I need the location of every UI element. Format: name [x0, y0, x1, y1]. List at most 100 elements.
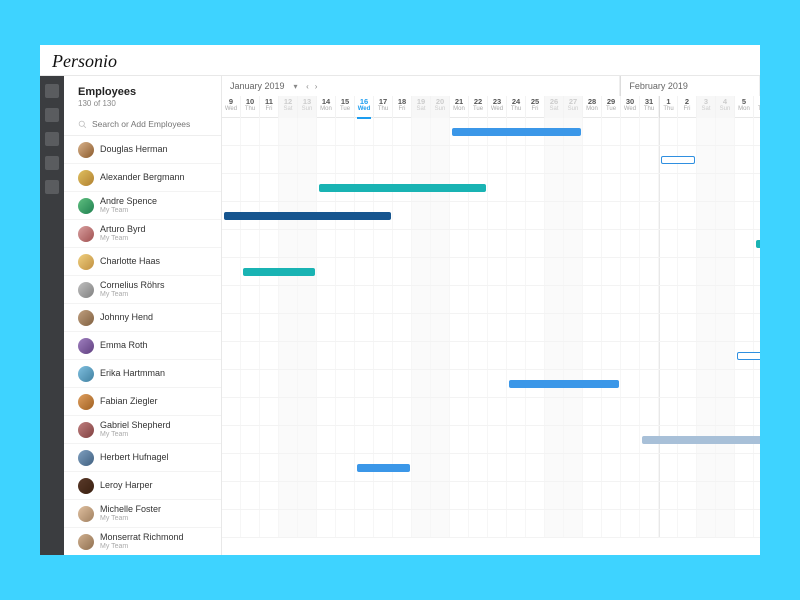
employee-row[interactable]: Douglas Herman — [64, 136, 221, 164]
day-cell[interactable]: 30Wed — [621, 96, 640, 118]
nav-item[interactable] — [45, 132, 59, 146]
absence-bar[interactable] — [642, 436, 760, 444]
day-cell[interactable]: 6Tue — [754, 96, 760, 118]
search-box[interactable] — [64, 114, 221, 136]
employee-row[interactable]: Leroy Harper — [64, 472, 221, 500]
month-label: February 2019 — [620, 76, 760, 96]
day-cell[interactable]: 13Sun — [298, 96, 317, 118]
employee-row[interactable]: Erika Hartmman — [64, 360, 221, 388]
absence-bar[interactable] — [357, 464, 410, 472]
avatar — [78, 394, 94, 410]
employee-name: Alexander Bergmann — [100, 173, 185, 183]
day-cell[interactable]: 24Thu — [507, 96, 526, 118]
employee-row[interactable]: Michelle FosterMy Team — [64, 500, 221, 528]
employee-row[interactable]: Fabian Ziegler — [64, 388, 221, 416]
employee-name: Emma Roth — [100, 341, 148, 351]
sidebar: Employees 130 of 130 Douglas HermanAlexa… — [64, 76, 222, 555]
timeline-row[interactable] — [222, 426, 760, 454]
timeline: January 2019▾ ‹›February 2019 9Wed10Thu1… — [222, 76, 760, 555]
avatar — [78, 422, 94, 438]
day-cell[interactable]: 28Mon — [583, 96, 602, 118]
timeline-row[interactable] — [222, 482, 760, 510]
day-cell[interactable]: 16Wed — [355, 96, 374, 118]
timeline-row[interactable] — [222, 258, 760, 286]
avatar — [78, 478, 94, 494]
employee-row[interactable]: Andre SpenceMy Team — [64, 192, 221, 220]
employee-name: Leroy Harper — [100, 481, 153, 491]
timeline-row[interactable] — [222, 118, 760, 146]
day-cell[interactable]: 9Wed — [222, 96, 241, 118]
day-cell[interactable]: 27Sun — [564, 96, 583, 118]
next-month-icon[interactable]: › — [312, 82, 321, 91]
employee-row[interactable]: Charlotte Haas — [64, 248, 221, 276]
timeline-row[interactable] — [222, 146, 760, 174]
nav-item[interactable] — [45, 84, 59, 98]
day-cell[interactable]: 3Sat — [697, 96, 716, 118]
timeline-row[interactable] — [222, 314, 760, 342]
timeline-row[interactable] — [222, 370, 760, 398]
absence-bar[interactable] — [319, 184, 486, 192]
day-cell[interactable]: 15Tue — [336, 96, 355, 118]
employee-row[interactable]: Gabriel ShepherdMy Team — [64, 416, 221, 444]
month-dropdown-icon[interactable]: ▾ — [291, 82, 301, 91]
day-cell[interactable]: 31Thu — [640, 96, 659, 118]
day-cell[interactable]: 1Thu — [659, 96, 678, 118]
absence-bar[interactable] — [661, 156, 695, 164]
day-cell[interactable]: 5Mon — [735, 96, 754, 118]
absence-bar[interactable] — [224, 212, 391, 220]
employee-row[interactable]: Cornelius RöhrsMy Team — [64, 276, 221, 304]
timeline-row[interactable] — [222, 286, 760, 314]
avatar — [78, 506, 94, 522]
topbar: Personio — [40, 45, 760, 75]
day-cell[interactable]: 25Fri — [526, 96, 545, 118]
employee-team: My Team — [100, 207, 157, 215]
employee-row[interactable]: Alexander Bergmann — [64, 164, 221, 192]
day-cell[interactable]: 14Mon — [317, 96, 336, 118]
prev-month-icon[interactable]: ‹ — [303, 82, 312, 91]
employee-row[interactable]: Emma Roth — [64, 332, 221, 360]
day-cell[interactable]: 29Tue — [602, 96, 621, 118]
nav-item[interactable] — [45, 180, 59, 194]
employee-name: Arturo Byrd — [100, 225, 146, 235]
day-cell[interactable]: 21Mon — [450, 96, 469, 118]
employee-team: My Team — [100, 543, 184, 551]
absence-bar[interactable] — [737, 352, 760, 360]
employee-name: Cornelius Röhrs — [100, 281, 165, 291]
timeline-body[interactable] — [222, 118, 760, 538]
employee-name: Herbert Hufnagel — [100, 453, 169, 463]
absence-bar[interactable] — [756, 240, 760, 248]
day-cell[interactable]: 12Sat — [279, 96, 298, 118]
day-cell[interactable]: 23Wed — [488, 96, 507, 118]
day-cell[interactable]: 26Sat — [545, 96, 564, 118]
employee-team: My Team — [100, 235, 146, 243]
day-cell[interactable]: 18Fri — [393, 96, 412, 118]
day-cell[interactable]: 17Thu — [374, 96, 393, 118]
timeline-row[interactable] — [222, 342, 760, 370]
avatar — [78, 338, 94, 354]
absence-bar[interactable] — [509, 380, 619, 388]
employee-row[interactable]: Herbert Hufnagel — [64, 444, 221, 472]
employee-name: Andre Spence — [100, 197, 157, 207]
timeline-row[interactable] — [222, 174, 760, 202]
timeline-row[interactable] — [222, 398, 760, 426]
timeline-row[interactable] — [222, 230, 760, 258]
employee-row[interactable]: Arturo ByrdMy Team — [64, 220, 221, 248]
day-cell[interactable]: 11Fri — [260, 96, 279, 118]
day-cell[interactable]: 4Sun — [716, 96, 735, 118]
day-cell[interactable]: 20Sun — [431, 96, 450, 118]
absence-bar[interactable] — [452, 128, 581, 136]
nav-item[interactable] — [45, 108, 59, 122]
day-cell[interactable]: 2Fri — [678, 96, 697, 118]
absence-bar[interactable] — [243, 268, 315, 276]
avatar — [78, 366, 94, 382]
nav-item[interactable] — [45, 156, 59, 170]
timeline-row[interactable] — [222, 202, 760, 230]
timeline-row[interactable] — [222, 510, 760, 538]
employee-row[interactable]: Johnny Hend — [64, 304, 221, 332]
search-input[interactable] — [92, 119, 211, 129]
employee-row[interactable]: Monserrat RichmondMy Team — [64, 528, 221, 555]
day-cell[interactable]: 19Sat — [412, 96, 431, 118]
timeline-row[interactable] — [222, 454, 760, 482]
day-cell[interactable]: 22Tue — [469, 96, 488, 118]
day-cell[interactable]: 10Thu — [241, 96, 260, 118]
